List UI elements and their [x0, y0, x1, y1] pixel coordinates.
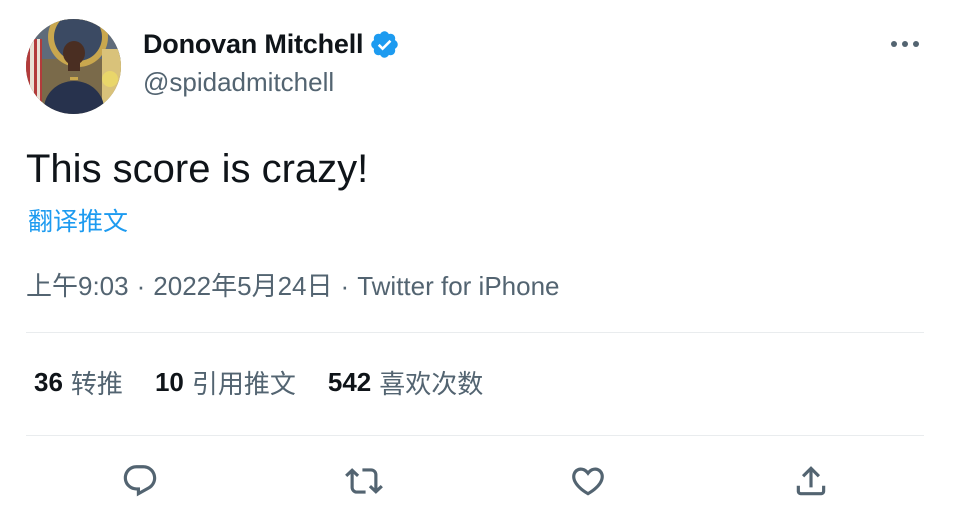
quotes-label: 引用推文 — [191, 369, 296, 399]
user-name-row[interactable]: Donovan Mitchell — [143, 26, 400, 62]
divider — [26, 332, 924, 333]
user-handle[interactable]: @spidadmitchell — [143, 67, 334, 98]
reply-icon — [123, 465, 157, 497]
meta-separator: · — [340, 271, 350, 301]
avatar-image — [26, 19, 121, 114]
retweets-stat[interactable]: 36 转推 — [34, 364, 123, 401]
retweet-icon — [345, 468, 383, 494]
meta-separator: · — [136, 271, 146, 301]
quotes-stat[interactable]: 10 引用推文 — [155, 364, 296, 401]
divider — [26, 435, 924, 436]
avatar[interactable] — [26, 19, 121, 114]
share-icon — [796, 466, 826, 496]
display-name[interactable]: Donovan Mitchell — [143, 29, 364, 60]
like-button[interactable] — [566, 459, 610, 503]
tweet-card: Donovan Mitchell @spidadmitchell This sc… — [0, 0, 966, 526]
retweets-label: 转推 — [70, 369, 123, 399]
retweet-button[interactable] — [342, 459, 386, 503]
more-options-button[interactable] — [884, 26, 926, 62]
likes-stat[interactable]: 542 喜欢次数 — [328, 364, 483, 401]
engagement-stats: 36 转推 10 引用推文 542 喜欢次数 — [34, 364, 515, 401]
tweet-time[interactable]: 上午9:03 — [26, 271, 129, 301]
tweet-source[interactable]: Twitter for iPhone — [357, 271, 559, 301]
tweet-meta: 上午9:03 · 2022年5月24日 · Twitter for iPhone — [26, 266, 560, 303]
translate-tweet-link[interactable]: 翻译推文 — [28, 202, 128, 238]
quotes-count: 10 — [154, 367, 184, 397]
more-dots-icon — [891, 41, 919, 47]
tweet-text: This score is crazy! — [26, 147, 369, 191]
reply-button[interactable] — [118, 459, 162, 503]
retweets-count: 36 — [34, 367, 63, 397]
verified-badge-icon — [371, 30, 399, 58]
heart-icon — [572, 467, 604, 496]
likes-label: 喜欢次数 — [379, 369, 484, 399]
tweet-date[interactable]: 2022年5月24日 — [153, 271, 332, 301]
likes-count: 542 — [327, 367, 372, 397]
share-button[interactable] — [789, 459, 833, 503]
